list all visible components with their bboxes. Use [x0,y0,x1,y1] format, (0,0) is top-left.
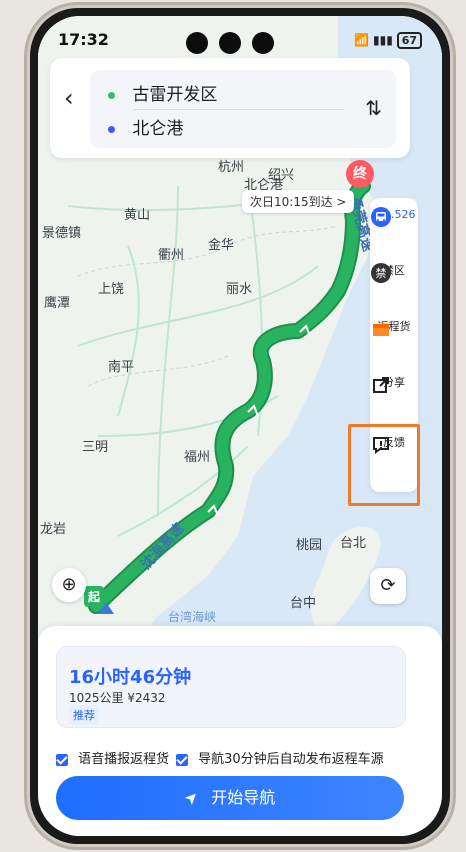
swap-button[interactable]: ⇅ [365,96,382,120]
ban-icon: 禁 [371,263,391,283]
screen: 杭州 绍兴 北仑港 黄山 景德镇 衢州 金华 鹰潭 上饶 丽水 南平 三明 福州… [38,16,442,836]
tool-restricted[interactable]: 禁 禁区 [370,262,418,283]
svg-text:禁: 禁 [376,267,387,280]
route-card: ‹ 古雷开发区 北仑港 ⇅ [50,58,410,158]
chevron-left-icon: ‹ [64,84,74,112]
origin-text: 古雷开发区 [132,85,218,105]
share-icon [373,377,389,393]
origin-dot [108,91,115,99]
option-label: 语音播报返程货 [78,752,170,767]
place-label: 上饶 [98,282,125,297]
status-bar: 17:32 📶 ▮▮▮ 67 [38,16,442,56]
highlight-box [348,424,420,506]
place-label: 龙岩 [40,522,67,537]
status-time: 17:32 [58,30,109,49]
place-label: 三明 [82,440,109,455]
swap-icon: ⇅ [365,96,382,120]
refresh-icon: ⟳ [380,575,396,596]
route-inputs: 古雷开发区 北仑港 ⇅ [90,70,396,148]
end-marker: 终 [346,160,374,188]
place-label: 杭州 [218,160,245,175]
place-label: 台中 [290,596,317,611]
place-label: 台北 [340,536,367,551]
option-label: 导航30分钟后自动发布返程车源 [198,752,384,767]
tool-return-cargo[interactable]: 返程货 [370,318,418,336]
place-label: 桃园 [296,538,323,553]
origin-field[interactable]: 古雷开发区 [108,80,217,105]
destination-dot [108,125,115,133]
route-distance-price: 1025公里 ¥2432 [69,691,166,705]
separator [134,109,344,110]
signal-icon: ▮▮▮ [373,33,393,47]
back-button[interactable]: ‹ [64,84,74,112]
camera-cutout [186,32,280,58]
start-navigation-button[interactable]: ➤ 开始导航 [56,776,404,820]
place-label: 衢州 [158,248,185,263]
place-label: 鹰潭 [44,296,71,311]
target-icon: ⊕ [61,574,77,595]
box-icon [373,324,389,336]
place-label: 黄山 [124,208,151,223]
start-navigation-label: 开始导航 [211,788,276,807]
checkbox-icon[interactable] [56,753,68,766]
route-tag: 推荐 [69,705,99,725]
tool-vehicle[interactable]: 湘…526 [370,206,418,227]
place-label: 南平 [108,360,135,375]
start-marker: 起 [84,586,105,607]
eta-pill[interactable]: 次日10:15到达 > [242,190,355,213]
status-icons: 📶 ▮▮▮ 67 [354,32,422,49]
place-label: 金华 [208,238,235,253]
option-voice[interactable]: 语音播报返程货 [56,748,169,767]
destination-text: 北仑港 [132,119,184,139]
checkbox-icon[interactable] [176,753,188,766]
navigation-arrow-icon: ➤ [179,786,203,810]
wifi-icon: 📶 [354,33,370,47]
place-label: 景德镇 [42,226,82,241]
locate-button[interactable]: ⊕ [52,568,86,602]
sea-label: 台湾海峡 [168,610,217,624]
route-summary[interactable]: 16小时46分钟 1025公里 ¥2432 推荐 [56,646,406,728]
refresh-button[interactable]: ⟳ [370,568,406,604]
tool-share[interactable]: 分享 [370,374,418,393]
route-duration: 16小时46分钟 [69,667,192,688]
battery-indicator: 67 [396,32,422,49]
bottom-sheet: 16小时46分钟 1025公里 ¥2432 推荐 语音播报返程货 导航30分钟后… [38,626,442,836]
camera-dot [219,32,242,54]
option-auto-publish[interactable]: 导航30分钟后自动发布返程车源 [176,748,384,767]
destination-field[interactable]: 北仑港 [108,114,183,139]
place-label: 福州 [184,450,211,465]
place-label: 丽水 [226,282,253,297]
camera-dot [186,32,208,54]
camera-dot [252,32,275,54]
bus-icon [371,207,391,227]
